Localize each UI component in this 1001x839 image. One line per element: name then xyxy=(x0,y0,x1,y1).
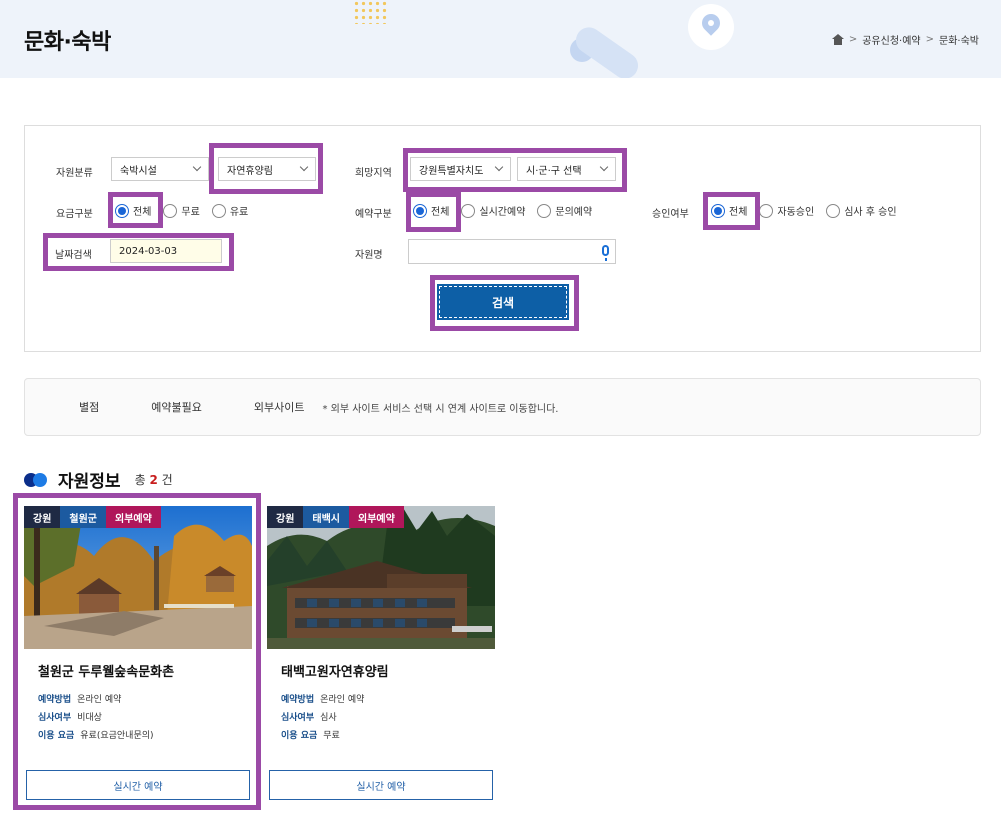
radio-icon xyxy=(826,203,841,218)
booking-radio-realtime[interactable]: 실시간예약 xyxy=(461,203,525,218)
booking-label: 예약구분 xyxy=(355,209,392,220)
meta-key: 예약방법 xyxy=(38,695,72,705)
page-title: 문화·숙박 xyxy=(24,30,111,55)
legend-rating: 별점 xyxy=(79,401,100,414)
booking-radio-inquiry[interactable]: 문의예약 xyxy=(537,203,592,218)
fee-radio-free[interactable]: 무료 xyxy=(163,203,200,218)
home-icon[interactable] xyxy=(831,34,844,45)
count-number: 2 xyxy=(149,473,158,487)
realtime-booking-button[interactable]: 실시간 예약 xyxy=(26,770,250,800)
resource-photo[interactable]: 강원 철원군 외부예약 xyxy=(24,506,252,649)
breadcrumb: > 공유신청·예약 > 문화·숙박 xyxy=(831,32,979,47)
breadcrumb-item[interactable]: 문화·숙박 xyxy=(939,32,979,47)
radio-label: 무료 xyxy=(181,207,200,218)
radio-label: 심사 후 승인 xyxy=(844,207,897,218)
highlight-box xyxy=(209,143,323,194)
radio-label: 유료 xyxy=(229,207,249,218)
card-title[interactable]: 태백고원자연휴양림 xyxy=(281,661,389,680)
legend-note: * 외부 사이트 서비스 선택 시 연계 사이트로 이동합니다. xyxy=(322,403,559,415)
card-info: 철원군 두루웰숲속문화촌 예약방법 온라인 예약 심사여부 비대상 이용 요금 유료(… xyxy=(24,649,252,766)
meta-key: 심사여부 xyxy=(281,713,315,723)
resource-card[interactable]: 강원 태백시 외부예약 태백고원자연휴양림 예약방법 온라인 예약 심사여부 심사 … xyxy=(267,506,495,802)
radio-label: 문의예약 xyxy=(555,207,593,218)
result-count: 총 2 건 xyxy=(135,471,173,488)
external-booking-badge: 외부예약 xyxy=(106,506,161,528)
microphone-icon[interactable] xyxy=(602,245,609,261)
section-dots-icon xyxy=(24,472,50,488)
meta-key: 심사여부 xyxy=(38,713,72,723)
radio-icon xyxy=(461,203,476,218)
highlight-box xyxy=(43,233,234,271)
chevron-right-icon: > xyxy=(848,34,858,45)
legend-no-booking: 예약불필요 xyxy=(151,401,202,414)
radio-icon xyxy=(163,203,178,218)
legend-external-site: 외부사이트 xyxy=(253,401,305,414)
search-panel: 자원분류 숙박시설 자연휴양림 희망지역 강원특별자치도 시·군·구 선택 요금… xyxy=(24,125,981,352)
card-badges: 강원 태백시 외부예약 xyxy=(267,506,404,528)
meta-fee: 이용 요금 유료(요금안내문의) xyxy=(38,728,154,741)
highlight-box xyxy=(430,275,579,331)
resource-name-label: 자원명 xyxy=(355,250,383,261)
city-badge: 철원군 xyxy=(60,506,107,528)
decor-dots xyxy=(353,0,389,24)
resource-photo[interactable]: 강원 태백시 외부예약 xyxy=(267,506,495,649)
meta-value: 무료 xyxy=(323,731,340,741)
count-suffix: 건 xyxy=(161,473,173,487)
region-label: 희망지역 xyxy=(355,168,392,179)
meta-booking-method: 예약방법 온라인 예약 xyxy=(281,692,364,705)
highlight-box xyxy=(108,192,163,228)
resource-name-input[interactable] xyxy=(408,239,616,264)
highlight-box xyxy=(403,148,627,192)
card-title[interactable]: 철원군 두루웰숲속문화촌 xyxy=(38,661,174,680)
meta-value: 심사 xyxy=(320,713,337,723)
resource-type-label: 자원분류 xyxy=(56,168,93,179)
meta-booking-method: 예약방법 온라인 예약 xyxy=(38,692,121,705)
highlight-box xyxy=(406,192,461,232)
resource-category-value: 숙박시설 xyxy=(120,165,157,177)
meta-review: 심사여부 비대상 xyxy=(38,710,102,723)
approval-label: 승인여부 xyxy=(652,209,689,220)
radio-icon xyxy=(759,203,774,218)
radio-label: 실시간예약 xyxy=(479,207,526,218)
region-badge: 강원 xyxy=(24,506,61,528)
fee-radio-paid[interactable]: 유료 xyxy=(211,203,249,218)
chevron-right-icon: > xyxy=(925,34,935,45)
card-info: 태백고원자연휴양림 예약방법 온라인 예약 심사여부 심사 이용 요금 무료 xyxy=(267,649,495,766)
meta-key: 이용 요금 xyxy=(281,731,318,741)
highlight-box xyxy=(703,192,760,230)
chevron-down-icon xyxy=(192,162,202,172)
section-heading: 자원정보 총 2 건 xyxy=(24,467,173,492)
meta-review: 심사여부 심사 xyxy=(281,710,337,723)
meta-key: 예약방법 xyxy=(281,695,315,705)
resource-card[interactable]: 강원 철원군 외부예약 철원군 두루웰숲속문화촌 예약방법 온라인 예약 심사여부… xyxy=(24,506,252,802)
radio-icon xyxy=(537,203,552,218)
breadcrumb-item[interactable]: 공유신청·예약 xyxy=(862,32,920,47)
fee-label: 요금구분 xyxy=(56,209,93,220)
region-badge: 강원 xyxy=(267,506,304,528)
meta-value: 온라인 예약 xyxy=(77,695,122,705)
approval-radio-review[interactable]: 심사 후 승인 xyxy=(826,203,897,218)
realtime-booking-button[interactable]: 실시간 예약 xyxy=(269,770,493,800)
page-header: 문화·숙박 > 공유신청·예약 > 문화·숙박 xyxy=(0,0,1001,78)
meta-key: 이용 요금 xyxy=(38,731,75,741)
meta-value: 유료(요금안내문의) xyxy=(80,731,154,741)
meta-value: 비대상 xyxy=(77,713,102,723)
radio-icon xyxy=(211,203,226,218)
count-prefix: 총 xyxy=(134,473,146,487)
meta-value: 온라인 예약 xyxy=(320,695,365,705)
external-booking-badge: 외부예약 xyxy=(349,506,404,528)
decor-shape xyxy=(570,22,644,78)
card-badges: 강원 철원군 외부예약 xyxy=(24,506,161,528)
section-title: 자원정보 xyxy=(58,472,121,492)
legend-bar: 별점 예약불필요 외부사이트 * 외부 사이트 서비스 선택 시 연계 사이트로… xyxy=(24,378,981,436)
radio-label: 자동승인 xyxy=(777,207,815,218)
meta-fee: 이용 요금 무료 xyxy=(281,728,340,741)
resource-category-select[interactable]: 숙박시설 xyxy=(111,157,209,181)
approval-radio-auto[interactable]: 자동승인 xyxy=(759,203,814,218)
city-badge: 태백시 xyxy=(303,506,350,528)
